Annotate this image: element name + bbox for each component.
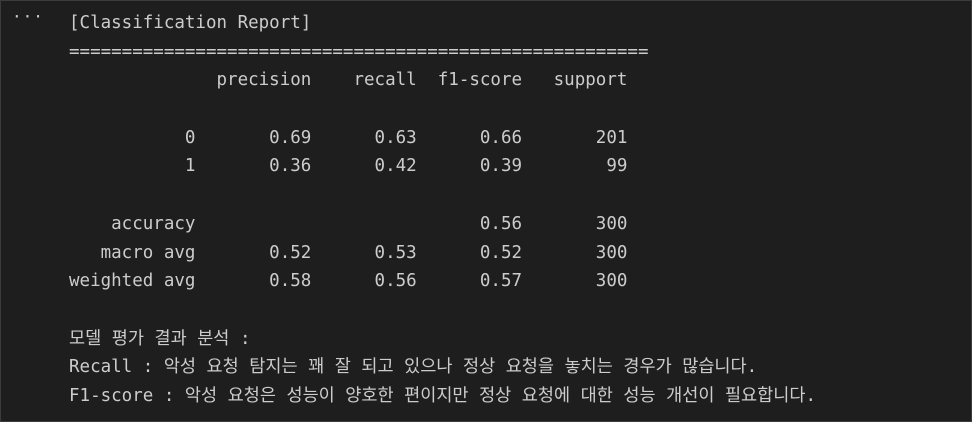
separator-line: ========================================…: [69, 41, 649, 62]
weighted-avg-row: weighted avg 0.58 0.56 0.57 300: [69, 271, 628, 292]
analysis-heading-line: 모델 평가 결과 분석 :: [69, 328, 251, 349]
macro-avg-row: macro avg 0.52 0.53 0.52 300: [69, 242, 628, 263]
report-title-line: [Classification Report]: [69, 13, 312, 33]
accuracy-row: accuracy 0.56 300: [69, 213, 628, 234]
more-actions-icon[interactable]: ···: [12, 7, 43, 27]
recall-analysis-line: Recall : 악성 요청 탐지는 꽤 잘 되고 있으나 정상 요청을 놓치는…: [69, 357, 758, 378]
table-header-line: precision recall f1-score support: [69, 70, 628, 91]
classification-report-output: [Classification Report] =================…: [69, 9, 816, 411]
class-0-row: 0 0.69 0.63 0.66 201: [69, 127, 628, 148]
f1-analysis-line: F1-score : 악성 요청은 성능이 양호한 편이지만 정상 요청에 대한…: [69, 385, 816, 406]
output-cell: ··· [Classification Report] =============…: [0, 0, 972, 422]
class-1-row: 1 0.36 0.42 0.39 99: [69, 156, 628, 177]
